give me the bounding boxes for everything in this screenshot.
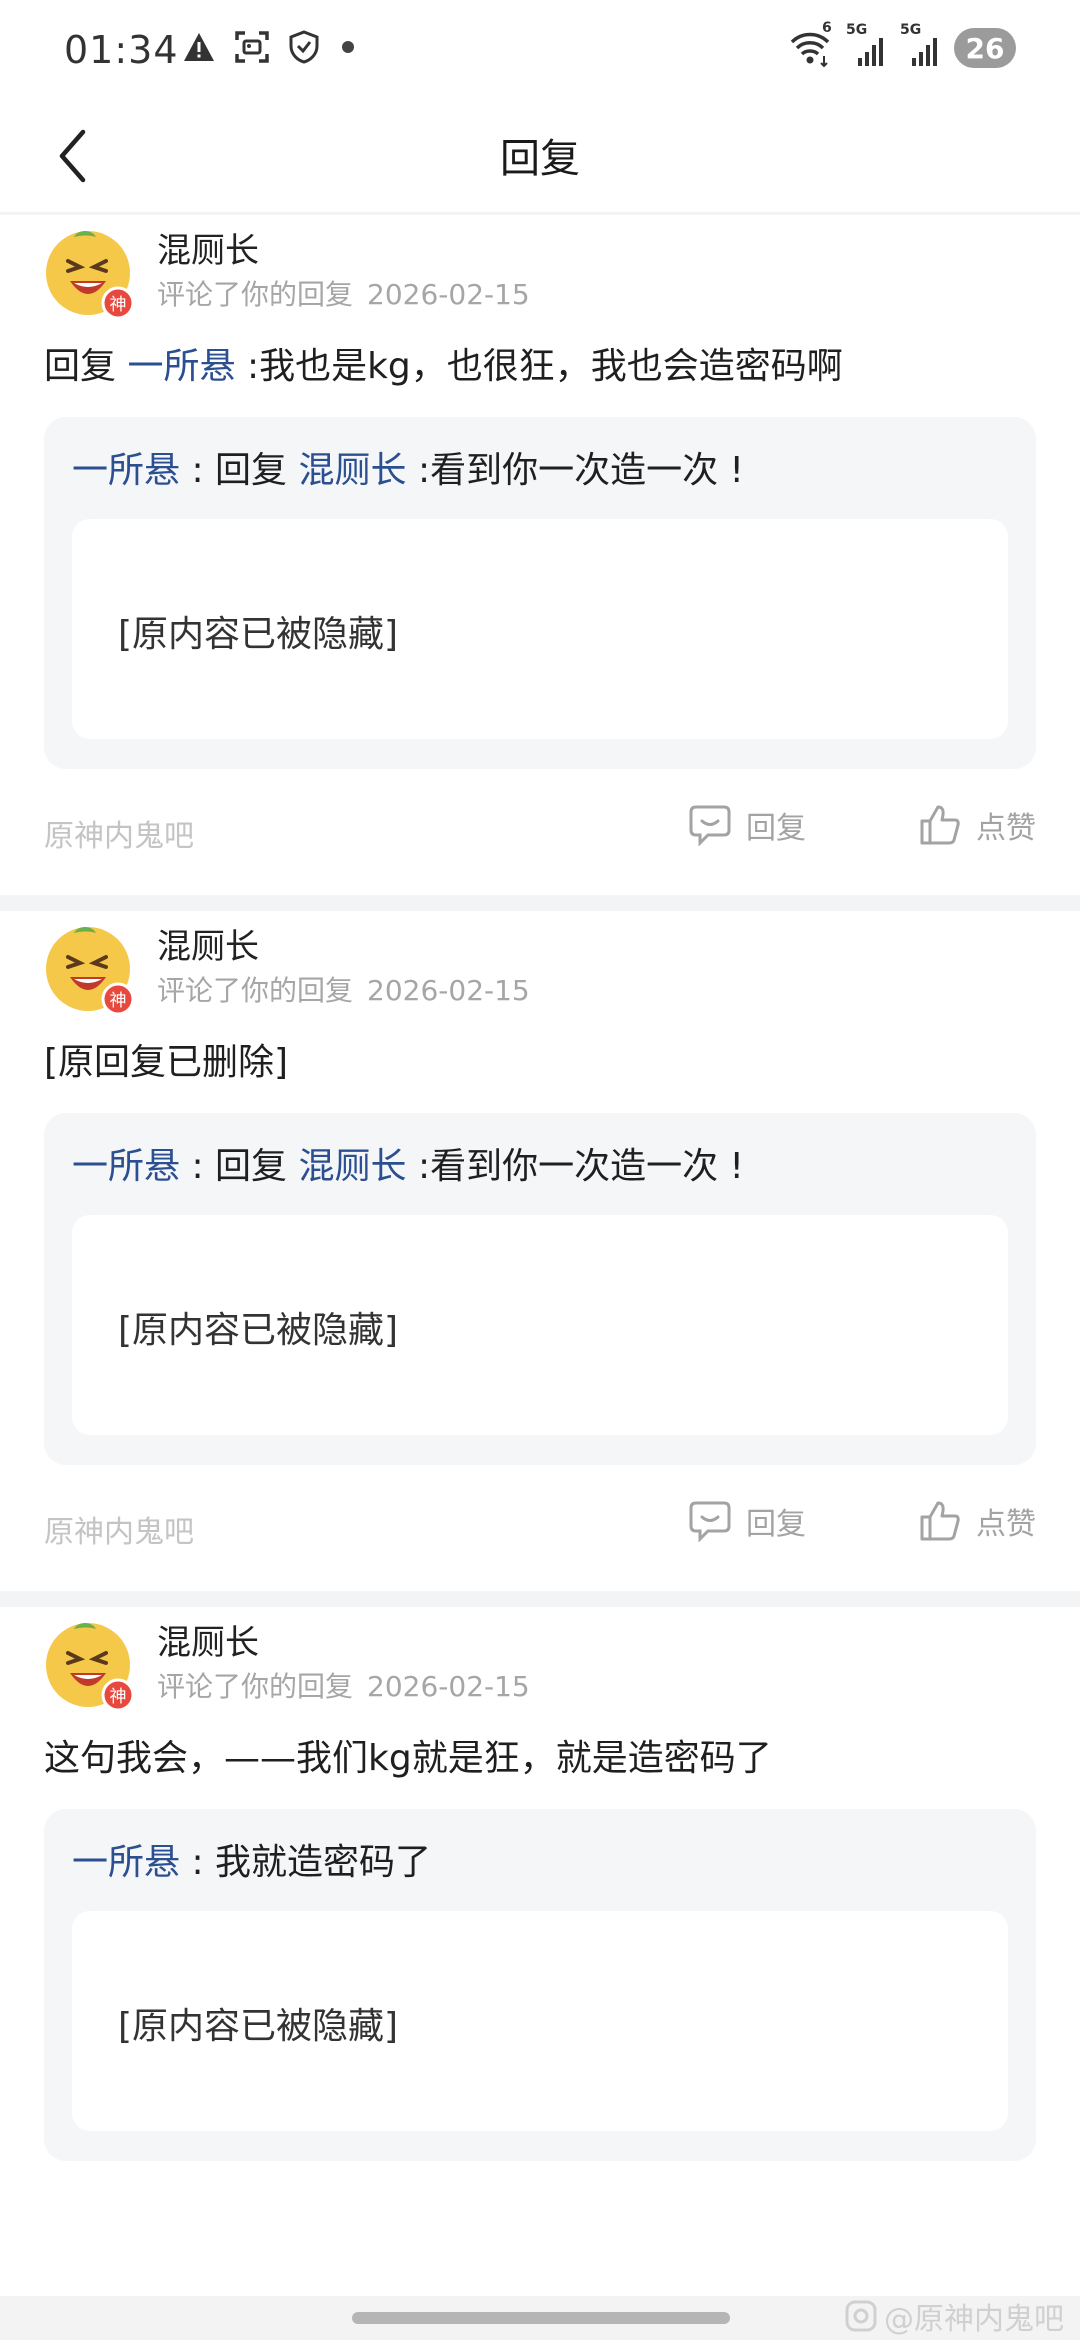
comment-meta: 评论了你的回复 2026-02-15 xyxy=(157,969,530,1009)
hidden-text: [原内容已被隐藏] xyxy=(118,1310,399,1351)
hidden-text: [原内容已被隐藏] xyxy=(118,614,399,655)
reply-label: 回复 xyxy=(746,811,806,846)
author-name[interactable]: 混厕长 xyxy=(157,1615,259,1664)
status-bar: 01:34 6 5G 5G 26 xyxy=(0,0,1080,100)
hidden-original[interactable]: [原内容已被隐藏] xyxy=(72,1911,1008,2131)
reply-prefix: 回复 xyxy=(44,346,117,387)
quote-author[interactable]: 一所悬 xyxy=(72,1146,180,1187)
watermark-text: @原神内鬼吧 xyxy=(884,2302,1064,2337)
quote-separator: : xyxy=(180,450,216,491)
card-divider xyxy=(0,1591,1080,1607)
avatar-badge: 神 xyxy=(110,1687,127,1707)
comment-text[interactable]: [原回复已删除] xyxy=(44,1035,1036,1091)
status-icons-left xyxy=(182,30,358,64)
quote-separator: : xyxy=(180,1146,216,1187)
hidden-text: [原内容已被隐藏] xyxy=(118,2006,399,2047)
avatar[interactable]: 神 xyxy=(44,1619,136,1711)
comment-meta: 评论了你的回复 2026-02-15 xyxy=(157,273,530,313)
signal-label-1: 5G xyxy=(846,22,868,38)
mention-link[interactable]: 一所悬 xyxy=(127,346,235,387)
like-label: 点赞 xyxy=(976,1507,1036,1542)
quote-line: 一所悬 : 回复 混厕长 :看到你一次造一次 ! xyxy=(72,1139,1008,1195)
hidden-original[interactable]: [原内容已被隐藏] xyxy=(72,519,1008,739)
author-name[interactable]: 混厕长 xyxy=(157,919,259,968)
signal-icon-2: 5G xyxy=(900,22,940,68)
quoted-reply[interactable]: 一所悬 : 我就造密码了 [原内容已被隐藏] xyxy=(44,1809,1036,2161)
reply-button[interactable]: 回复 xyxy=(688,1499,806,1543)
avatar[interactable]: 神 xyxy=(44,227,136,319)
like-button[interactable]: 点赞 xyxy=(918,803,1036,847)
watermark: @原神内鬼吧 xyxy=(844,2294,1064,2338)
comment-text[interactable]: 回复 一所悬 :我也是kg，也很狂，我也会造密码啊 xyxy=(44,339,1036,395)
thumbs-up-icon xyxy=(920,805,960,845)
screenshot-icon xyxy=(235,31,269,63)
quote-text: :看到你一次造一次 ! xyxy=(417,1146,744,1187)
signal-label-2: 5G xyxy=(900,22,922,38)
card-footer: 原神内鬼吧 回复 点赞 xyxy=(44,1465,1036,1591)
wifi-label: 6 xyxy=(822,20,832,36)
quote-text: :看到你一次造一次 ! xyxy=(417,450,744,491)
comment-date: 2026-02-15 xyxy=(367,1670,530,1703)
notification-card[interactable]: 神 混厕长 评论了你的回复 2026-02-15 回复 一所悬 :我也是kg，也很… xyxy=(0,215,1080,895)
card-header: 神 混厕长 评论了你的回复 2026-02-15 xyxy=(44,215,1036,319)
shield-icon xyxy=(289,30,319,64)
quote-author[interactable]: 一所悬 xyxy=(72,1842,180,1883)
quote-text: 我就造密码了 xyxy=(215,1842,432,1883)
quote-separator: : xyxy=(180,1842,216,1883)
status-icons-right: 6 5G 5G 26 xyxy=(788,20,1016,68)
like-label: 点赞 xyxy=(976,811,1036,846)
card-divider xyxy=(0,895,1080,911)
battery-indicator: 26 xyxy=(954,28,1016,68)
comment-date: 2026-02-15 xyxy=(367,974,530,1007)
quote-target[interactable]: 混厕长 xyxy=(299,1146,407,1187)
notification-card[interactable]: 神 混厕长 评论了你的回复 2026-02-15 [原回复已删除] 一所悬 : 回… xyxy=(0,911,1080,1591)
action-text: 评论了你的回复 xyxy=(157,278,354,311)
card-header: 神 混厕长 评论了你的回复 2026-02-15 xyxy=(44,911,1036,1015)
notification-feed: 神 混厕长 评论了你的回复 2026-02-15 回复 一所悬 :我也是kg，也很… xyxy=(0,215,1080,2161)
card-header: 神 混厕长 评论了你的回复 2026-02-15 xyxy=(44,1607,1036,1711)
tieba-logo-icon xyxy=(845,2300,877,2332)
thumbs-up-icon xyxy=(920,1501,960,1541)
avatar-badge: 神 xyxy=(110,295,127,315)
comment-date: 2026-02-15 xyxy=(367,278,530,311)
quoted-reply[interactable]: 一所悬 : 回复 混厕长 :看到你一次造一次 ! [原内容已被隐藏] xyxy=(44,417,1036,769)
nav-bar: 回复 xyxy=(0,100,1080,212)
avatar[interactable]: 神 xyxy=(44,923,136,1015)
quoted-reply[interactable]: 一所悬 : 回复 混厕长 :看到你一次造一次 ! [原内容已被隐藏] xyxy=(44,1113,1036,1465)
hidden-original[interactable]: [原内容已被隐藏] xyxy=(72,1215,1008,1435)
action-text: 评论了你的回复 xyxy=(157,1670,354,1703)
home-indicator[interactable] xyxy=(352,2312,730,2324)
forum-link[interactable]: 原神内鬼吧 xyxy=(44,811,194,855)
wifi-icon: 6 xyxy=(788,20,832,68)
reply-label: 回复 xyxy=(746,1507,806,1542)
warning-icon xyxy=(184,33,214,61)
quote-target[interactable]: 混厕长 xyxy=(299,450,407,491)
comment-icon xyxy=(689,1501,731,1542)
action-text: 评论了你的回复 xyxy=(157,974,354,1007)
author-name[interactable]: 混厕长 xyxy=(157,223,259,272)
card-footer: 原神内鬼吧 回复 点赞 xyxy=(44,769,1036,895)
comment-text[interactable]: 这句我会，——我们kg就是狂，就是造密码了 xyxy=(44,1731,1036,1787)
comment-body: :我也是kg，也很狂，我也会造密码啊 xyxy=(246,346,843,387)
page-title: 回复 xyxy=(500,136,580,182)
status-time: 01:34 xyxy=(64,28,179,72)
notification-dot-icon xyxy=(342,41,354,53)
quote-reply-word: 回复 xyxy=(215,450,288,491)
quote-line: 一所悬 : 我就造密码了 xyxy=(72,1835,1008,1891)
comment-meta: 评论了你的回复 2026-02-15 xyxy=(157,1665,530,1705)
quote-reply-word: 回复 xyxy=(215,1146,288,1187)
like-button[interactable]: 点赞 xyxy=(918,1499,1036,1543)
signal-icon-1: 5G xyxy=(846,22,886,68)
notification-card[interactable]: 神 混厕长 评论了你的回复 2026-02-15 这句我会，——我们kg就是狂，就… xyxy=(0,1607,1080,2161)
reply-button[interactable]: 回复 xyxy=(688,803,806,847)
forum-link[interactable]: 原神内鬼吧 xyxy=(44,1507,194,1551)
quote-line: 一所悬 : 回复 混厕长 :看到你一次造一次 ! xyxy=(72,443,1008,499)
quote-author[interactable]: 一所悬 xyxy=(72,450,180,491)
avatar-badge: 神 xyxy=(110,991,127,1011)
comment-icon xyxy=(689,805,731,846)
